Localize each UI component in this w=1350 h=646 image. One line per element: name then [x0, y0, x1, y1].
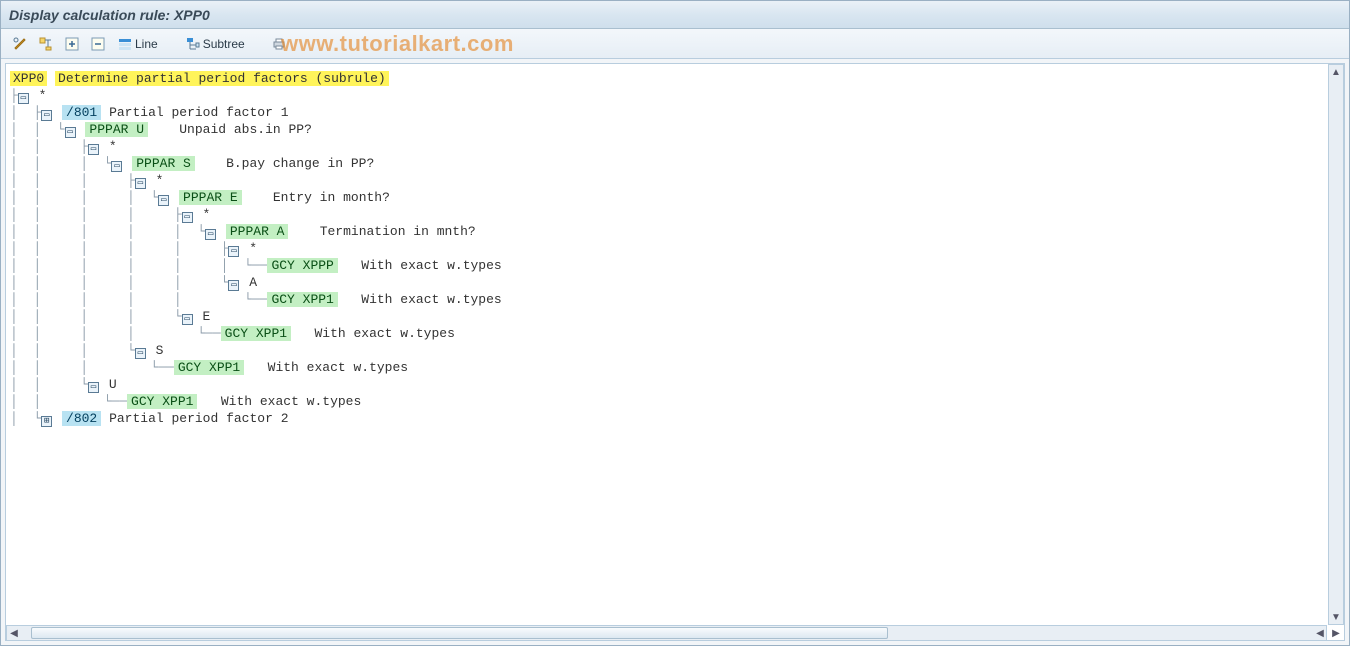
tree-node[interactable]: │ └⊞ /802 Partial period factor 2 [10, 410, 1340, 427]
subtree-select-icon [186, 37, 200, 51]
scroll-thumb[interactable] [31, 627, 888, 639]
tree-node[interactable]: │ │ │ │ │ ├▭ * [10, 240, 1340, 257]
page-left-icon[interactable]: ◀ [1313, 626, 1327, 640]
title-bar: Display calculation rule: XPP0 [1, 1, 1349, 29]
tree-node-root[interactable]: XPP0 Determine partial period factors (s… [10, 70, 1340, 87]
collapse-node-icon[interactable]: ▭ [41, 110, 52, 121]
collapse-icon [91, 37, 105, 51]
tree-node[interactable]: │ │ │ ├▭ * [10, 172, 1340, 189]
collapse-node-icon[interactable]: ▭ [135, 178, 146, 189]
collapse-node-icon[interactable]: ▭ [65, 127, 76, 138]
expand-node-icon[interactable]: ⊞ [41, 416, 52, 427]
page-right-icon[interactable]: ▶ [1329, 626, 1343, 640]
tree-node[interactable]: │ │ │ │ ├▭ * [10, 206, 1340, 223]
collapse-node-icon[interactable]: ▭ [182, 314, 193, 325]
position-button[interactable] [35, 33, 57, 55]
tree-inner: XPP0 Determine partial period factors (s… [6, 64, 1344, 447]
tree-node[interactable]: ├▭ * [10, 87, 1340, 104]
collapse-node-icon[interactable]: ▭ [88, 382, 99, 393]
collapse-node-icon[interactable]: ▭ [111, 161, 122, 172]
collapse-node-icon[interactable]: ▭ [135, 348, 146, 359]
tree-node[interactable]: │ │ │ └▭ S [10, 342, 1340, 359]
tree-node[interactable]: │ │ │ │ │ └▭ PPPAR A Termination in mnth… [10, 223, 1340, 240]
print-button[interactable] [268, 33, 290, 55]
line-button[interactable]: Line [113, 33, 163, 55]
subtree-button[interactable]: Subtree [181, 33, 250, 55]
scroll-down-icon[interactable]: ▼ [1329, 610, 1343, 624]
tree-node[interactable]: │ │ ├▭ * [10, 138, 1340, 155]
page-nav: ◀ ▶ [1313, 626, 1343, 640]
toolbar: Line Subtree www.tutorialkart.com [1, 29, 1349, 59]
collapse-node-icon[interactable]: ▭ [88, 144, 99, 155]
horizontal-scrollbar[interactable]: ◀ [6, 625, 1327, 641]
tree-node[interactable]: │ │ │ └──GCY XPP1 With exact w.types [10, 359, 1340, 376]
scroll-up-icon[interactable]: ▲ [1329, 65, 1343, 79]
modify-button[interactable] [9, 33, 31, 55]
expand-button[interactable] [61, 33, 83, 55]
collapse-node-icon[interactable]: ▭ [205, 229, 216, 240]
collapse-node-icon[interactable]: ▭ [158, 195, 169, 206]
tree-node[interactable]: │ │ │ │ └▭ PPPAR E Entry in month? [10, 189, 1340, 206]
tree-node[interactable]: │ │ │ └▭ PPPAR S B.pay change in PP? [10, 155, 1340, 172]
collapse-node-icon[interactable]: ▭ [18, 93, 29, 104]
scroll-left-icon[interactable]: ◀ [7, 626, 21, 640]
content-area: XPP0 Determine partial period factors (s… [1, 59, 1349, 645]
subtree-label: Subtree [203, 37, 245, 51]
tree-node[interactable]: │ │ │ │ │ └──GCY XPP1 With exact w.types [10, 291, 1340, 308]
line-label: Line [135, 37, 158, 51]
app-window: Display calculation rule: XPP0 Line Subt… [0, 0, 1350, 646]
window-title: Display calculation rule: XPP0 [9, 7, 210, 23]
tree-node[interactable]: │ │ │ │ └▭ E [10, 308, 1340, 325]
line-select-icon [118, 37, 132, 51]
tree-view[interactable]: XPP0 Determine partial period factors (s… [5, 63, 1345, 641]
tree-focus-icon [39, 37, 53, 51]
watermark: www.tutorialkart.com [281, 29, 514, 58]
tree-node[interactable]: │ ├▭ /801 Partial period factor 1 [10, 104, 1340, 121]
tree-node[interactable]: │ │ └▭ U [10, 376, 1340, 393]
print-icon [272, 37, 286, 51]
tree-node[interactable]: │ │ └▭ PPPAR U Unpaid abs.in PP? [10, 121, 1340, 138]
tree-node[interactable]: │ │ └──GCY XPP1 With exact w.types [10, 393, 1340, 410]
vertical-scrollbar[interactable]: ▲ ▼ [1328, 64, 1344, 625]
collapse-node-icon[interactable]: ▭ [228, 246, 239, 257]
tree-node[interactable]: │ │ │ │ │ │ └──GCY XPPP With exact w.typ… [10, 257, 1340, 274]
tree-node[interactable]: │ │ │ │ └──GCY XPP1 With exact w.types [10, 325, 1340, 342]
tree-node[interactable]: │ │ │ │ │ └▭ A [10, 274, 1340, 291]
expand-icon [65, 37, 79, 51]
collapse-node-icon[interactable]: ▭ [182, 212, 193, 223]
pencil-glasses-icon [13, 37, 27, 51]
collapse-button[interactable] [87, 33, 109, 55]
collapse-node-icon[interactable]: ▭ [228, 280, 239, 291]
